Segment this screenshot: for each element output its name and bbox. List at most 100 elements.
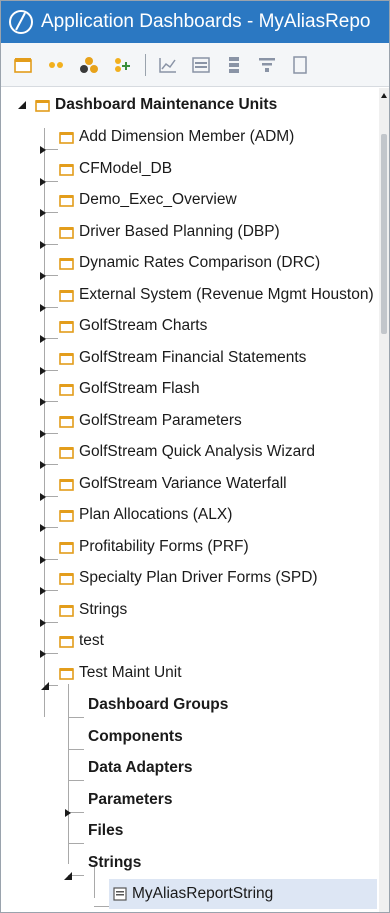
tree-unit-label: Strings (79, 601, 128, 618)
collapse-arrow-icon[interactable] (17, 100, 27, 110)
tree-unit-label: GolfStream Charts (79, 317, 208, 334)
maintenance-unit-icon (59, 163, 74, 176)
expand-arrow-icon[interactable] (38, 271, 48, 281)
maintenance-unit-icon (59, 194, 74, 207)
tree-unit-label: External System (Revenue Mgmt Houston) (79, 286, 374, 303)
tree-unit-label: GolfStream Flash (79, 380, 200, 397)
tree-child-dashboard-groups[interactable]: Dashboard Groups (1, 692, 228, 718)
expand-arrow-icon[interactable] (38, 334, 48, 344)
expand-arrow-icon[interactable] (38, 177, 48, 187)
tree-unit-row[interactable]: GolfStream Variance Waterfall (1, 471, 287, 501)
maintenance-unit-icon (59, 352, 74, 365)
tree-unit-row[interactable]: Profitability Forms (PRF) (1, 534, 249, 564)
tree-child-label: Components (88, 728, 183, 745)
expand-arrow-icon[interactable] (38, 429, 48, 439)
tree-child-label: Dashboard Groups (88, 696, 229, 713)
tree-unit-row[interactable]: GolfStream Parameters (1, 408, 242, 438)
maintenance-unit-icon (59, 667, 74, 680)
expand-arrow-icon[interactable] (38, 145, 48, 155)
scrollbar-thumb[interactable] (381, 134, 387, 334)
tree-child-files[interactable]: Files (1, 818, 123, 844)
maintenance-unit-icon (59, 131, 74, 144)
app-logo-icon (9, 10, 33, 34)
grid-icon[interactable] (189, 53, 213, 77)
expand-arrow-icon[interactable] (38, 397, 48, 407)
tree-unit-row[interactable]: Specialty Plan Driver Forms (SPD) (1, 565, 318, 595)
dashboard-components-icon[interactable] (77, 53, 101, 77)
tree-unit-row[interactable]: test (1, 628, 104, 658)
maintenance-unit-icon (59, 257, 74, 270)
tree-root-label: Dashboard Maintenance Units (55, 96, 278, 113)
expand-arrow-icon[interactable] (38, 366, 48, 376)
data-adapter-icon[interactable] (222, 53, 246, 77)
expand-arrow-icon[interactable] (38, 649, 48, 659)
maintenance-unit-icon (59, 383, 74, 396)
dashboard-group-icon[interactable] (44, 53, 68, 77)
tree-unit-row[interactable]: GolfStream Charts (1, 313, 208, 343)
tree-unit-row[interactable]: CFModel_DB (1, 156, 173, 186)
string-item-icon (113, 887, 127, 901)
tree-unit-label: Driver Based Planning (DBP) (79, 223, 280, 240)
expand-arrow-icon[interactable] (38, 618, 48, 628)
application-dashboards-window: Application Dashboards - MyAliasRepo Das… (0, 0, 390, 913)
tree-unit-label: CFModel_DB (79, 160, 173, 177)
tree-unit-row[interactable]: External System (Revenue Mgmt Houston) (1, 282, 374, 312)
tree-child-label: Parameters (88, 791, 173, 808)
collapse-arrow-icon[interactable] (40, 681, 50, 691)
tree-child-strings[interactable]: Strings (1, 850, 142, 880)
tree-unit-label: Plan Allocations (ALX) (79, 506, 233, 523)
toolbar (1, 43, 389, 87)
tree-unit-row[interactable]: Driver Based Planning (DBP) (1, 219, 280, 249)
tree-unit-row[interactable]: GolfStream Financial Statements (1, 345, 306, 375)
tree-unit-row[interactable]: GolfStream Quick Analysis Wizard (1, 439, 315, 469)
title-bar: Application Dashboards - MyAliasRepo (1, 1, 389, 43)
tree-unit-row[interactable]: Dynamic Rates Comparison (DRC) (1, 250, 321, 280)
expand-arrow-icon[interactable] (38, 240, 48, 250)
tree-unit-label: Test Maint Unit (79, 664, 182, 681)
vertical-scrollbar[interactable] (379, 88, 389, 912)
maintenance-unit-icon (59, 604, 74, 617)
expand-arrow-icon[interactable] (38, 586, 48, 596)
tree-unit-label: Dynamic Rates Comparison (DRC) (79, 254, 321, 271)
expand-arrow-icon[interactable] (38, 523, 48, 533)
files-icon[interactable] (288, 53, 312, 77)
expand-arrow-icon[interactable] (38, 492, 48, 502)
maintenance-unit-icon (59, 541, 74, 554)
tree-child-components[interactable]: Components (1, 724, 183, 750)
chart-icon[interactable] (156, 53, 180, 77)
maintenance-unit-icon (59, 226, 74, 239)
filter-icon[interactable] (255, 53, 279, 77)
add-dashboard-icon[interactable] (110, 53, 134, 77)
expand-arrow-icon[interactable] (38, 303, 48, 313)
tree-child-label: Strings (88, 854, 142, 871)
tree-unit-label: GolfStream Parameters (79, 412, 242, 429)
tree-unit-row[interactable]: Add Dimension Member (ADM) (1, 124, 294, 154)
maintenance-unit-icon (35, 99, 50, 112)
tree-unit-label: test (79, 632, 104, 649)
expand-arrow-icon[interactable] (38, 460, 48, 470)
dashboard-tree: Dashboard Maintenance Units Add Dimensio… (1, 88, 379, 912)
tree-root-dashboard-maintenance-units[interactable]: Dashboard Maintenance Units (1, 92, 277, 118)
expand-arrow-icon[interactable] (38, 555, 48, 565)
tree-child-label: Data Adapters (88, 759, 193, 776)
tree-child-parameters[interactable]: Parameters (1, 787, 173, 817)
tree-child-data-adapters[interactable]: Data Adapters (1, 755, 193, 781)
tree-unit-row-test-maint-unit[interactable]: Test Maint Unit (1, 660, 182, 690)
expand-arrow-icon[interactable] (38, 208, 48, 218)
maintenance-unit-icon (59, 289, 74, 302)
expand-arrow-icon[interactable] (63, 808, 73, 818)
maintenance-unit-icon (59, 635, 74, 648)
tree-unit-label: Demo_Exec_Overview (79, 191, 237, 208)
collapse-arrow-icon[interactable] (63, 871, 73, 881)
dashboard-maintenance-unit-icon[interactable] (11, 53, 35, 77)
tree-unit-label: GolfStream Variance Waterfall (79, 475, 287, 492)
tree-unit-row[interactable]: Strings (1, 597, 128, 627)
tree-unit-row[interactable]: Demo_Exec_Overview (1, 187, 237, 217)
tree-unit-row[interactable]: GolfStream Flash (1, 376, 200, 406)
tree-unit-row[interactable]: Plan Allocations (ALX) (1, 502, 233, 532)
maintenance-unit-icon (59, 572, 74, 585)
tree-unit-label: Profitability Forms (PRF) (79, 538, 249, 555)
tree-string-item[interactable]: MyAliasReportString (1, 881, 273, 907)
scroll-up-arrow-icon[interactable] (380, 92, 388, 100)
window-title: Application Dashboards - MyAliasRepo (41, 11, 371, 32)
